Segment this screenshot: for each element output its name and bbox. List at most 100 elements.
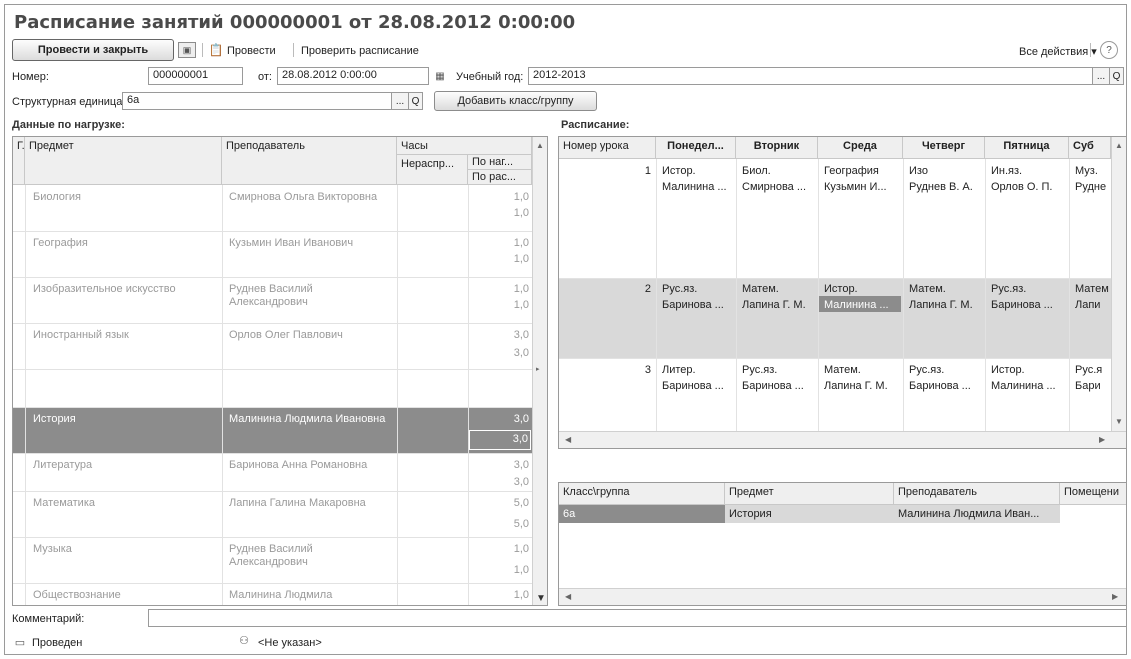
load-teacher[interactable]: Лапина Галина Макаровна <box>229 497 394 509</box>
lesson-teacher[interactable]: Малинина ... <box>991 380 1067 392</box>
lesson-subject[interactable]: География <box>824 165 901 177</box>
load-teacher[interactable]: Баринова Анна Романовна <box>229 459 394 471</box>
sched-hours-active[interactable]: 3,0 <box>469 430 531 450</box>
load-subject[interactable]: Иностранный язык <box>33 329 218 341</box>
load-teacher[interactable]: Кузьмин Иван Иванович <box>229 237 394 249</box>
col-header-unassigned[interactable]: Нераспр... <box>397 155 468 185</box>
detail-col-header[interactable]: Класс\группа <box>559 483 725 505</box>
detail-col-header[interactable]: Предмет <box>725 483 894 505</box>
sched-hours[interactable]: 1,0 <box>471 253 529 265</box>
lesson-teacher[interactable]: Баринова ... <box>662 380 734 392</box>
sched-hours[interactable]: 1,0 <box>471 564 529 576</box>
school-year-field[interactable]: 2012-2013 <box>528 67 1093 85</box>
sched-col-header[interactable]: Четверг <box>903 137 985 159</box>
year-pick-button[interactable]: ... <box>1093 67 1110 85</box>
lesson-subject[interactable]: Ин.яз. <box>991 165 1067 177</box>
lesson-teacher-selected[interactable]: Малинина ... <box>824 299 901 311</box>
col-header-by-schedule[interactable]: По рас... <box>468 170 532 185</box>
lesson-subject[interactable]: Муз. <box>1075 165 1111 177</box>
load-hours[interactable]: 5,0 <box>471 497 529 509</box>
scroll-right-icon[interactable]: ▶ <box>1099 435 1105 444</box>
sched-hours[interactable]: 3,0 <box>471 476 529 488</box>
lesson-teacher[interactable]: Баринова ... <box>909 380 983 392</box>
number-field[interactable]: 000000001 <box>148 67 243 85</box>
sched-hours[interactable]: 1,0 <box>471 299 529 311</box>
lesson-subject[interactable]: Биол. <box>742 165 816 177</box>
add-class-button[interactable]: Добавить класс/группу <box>434 91 597 111</box>
load-teacher[interactable]: Малинина Людмила Ивановна <box>229 413 394 426</box>
col-header-teacher[interactable]: Преподаватель <box>222 137 397 185</box>
detail-teacher[interactable]: Малинина Людмила Иван... <box>898 508 1058 520</box>
post-and-close-button[interactable]: Провести и закрыть <box>12 39 174 61</box>
scroll-up-icon[interactable]: ▲ <box>1115 141 1123 150</box>
lesson-teacher[interactable]: Лапина Г. М. <box>742 299 816 311</box>
lesson-subject[interactable]: Рус.яз. <box>991 283 1067 295</box>
load-hours[interactable]: 1,0 <box>471 543 529 555</box>
load-teacher[interactable]: Руднев Василий Александрович <box>229 283 394 309</box>
load-hours[interactable]: 3,0 <box>471 413 529 425</box>
sched-col-header[interactable]: Номер урока <box>559 137 656 159</box>
col-header-hours[interactable]: Часы <box>397 137 532 155</box>
scroll-left-icon[interactable]: ◀ <box>565 435 571 444</box>
detail-hscrollbar[interactable] <box>559 588 1126 605</box>
load-subject[interactable]: Изобразительное искусство <box>33 283 218 296</box>
help-icon[interactable]: ? <box>1100 41 1118 59</box>
load-teacher[interactable]: Орлов Олег Павлович <box>229 329 394 341</box>
load-teacher[interactable]: Малинина Людмила <box>229 589 394 601</box>
lesson-teacher[interactable]: Бари <box>1075 380 1111 392</box>
schedule-table[interactable]: Номер урока Понедел... Вторник Среда Чет… <box>558 136 1127 449</box>
scroll-right-icon[interactable]: ▶ <box>1112 592 1118 601</box>
lesson-teacher[interactable]: Рудне <box>1075 181 1111 193</box>
lesson-subject[interactable]: Рус.яз. <box>742 364 816 376</box>
lesson-subject[interactable]: Истор. <box>662 165 734 177</box>
lesson-subject[interactable]: Рус.я <box>1075 364 1111 376</box>
scroll-handle-icon[interactable]: ▸ <box>536 365 540 373</box>
lesson-subject[interactable]: Матем. <box>824 364 901 376</box>
sched-hours[interactable]: 1,0 <box>471 207 529 219</box>
load-subject[interactable]: География <box>33 237 218 249</box>
col-header-by-load[interactable]: По наг... <box>468 155 532 170</box>
load-hours[interactable]: 3,0 <box>471 329 529 341</box>
lesson-subject[interactable]: Изо <box>909 165 983 177</box>
comment-field[interactable] <box>148 609 1127 627</box>
lesson-subject[interactable]: Матем. <box>742 283 816 295</box>
load-subject[interactable]: Музыка <box>33 543 218 555</box>
lesson-teacher[interactable]: Баринова ... <box>662 299 734 311</box>
detail-col-header[interactable]: Помещени <box>1060 483 1126 505</box>
lesson-teacher[interactable]: Руднев В. А. <box>909 181 983 193</box>
col-header-subject[interactable]: Предмет <box>25 137 222 185</box>
lesson-subject[interactable]: Рус.яз. <box>662 283 734 295</box>
sched-col-header[interactable]: Вторник <box>736 137 818 159</box>
schedule-hscrollbar[interactable] <box>559 431 1126 448</box>
load-subject[interactable]: Математика <box>33 497 218 509</box>
load-hours[interactable]: 1,0 <box>471 237 529 249</box>
load-hours[interactable]: 1,0 <box>471 191 529 203</box>
scroll-down-icon[interactable]: ▼ <box>536 593 546 604</box>
lesson-teacher[interactable]: Лапина Г. М. <box>824 380 901 392</box>
detail-table[interactable]: Класс\группа Предмет Преподаватель Помещ… <box>558 482 1127 606</box>
check-schedule-button[interactable]: Проверить расписание <box>301 45 419 57</box>
load-scrollbar[interactable] <box>532 137 547 605</box>
detail-class[interactable]: 6а <box>563 508 723 520</box>
sched-col-header[interactable]: Суб <box>1069 137 1111 159</box>
schedule-vscrollbar[interactable] <box>1111 137 1126 431</box>
all-actions-menu[interactable]: Все действия ▾ <box>1019 45 1097 58</box>
lesson-teacher[interactable]: Лапина Г. М. <box>909 299 983 311</box>
unit-field[interactable]: 6а <box>122 92 392 110</box>
scroll-down-icon[interactable]: ▼ <box>1115 417 1123 426</box>
detail-subject[interactable]: История <box>729 508 889 520</box>
sched-hours[interactable]: 5,0 <box>471 518 529 530</box>
lesson-teacher[interactable]: Баринова ... <box>991 299 1067 311</box>
load-subject[interactable]: Биология <box>33 191 218 203</box>
lesson-teacher[interactable]: Орлов О. П. <box>991 181 1067 193</box>
sched-col-header[interactable]: Пятница <box>985 137 1069 159</box>
lesson-teacher[interactable]: Кузьмин И... <box>824 181 901 193</box>
load-hours[interactable]: 3,0 <box>471 459 529 471</box>
author-field[interactable]: <Не указан> <box>258 637 322 649</box>
load-subject[interactable]: Обществознание <box>33 589 218 601</box>
post-button[interactable]: Провести <box>227 45 276 57</box>
lesson-subject[interactable]: Истор. <box>991 364 1067 376</box>
year-search-icon[interactable]: Q <box>1110 67 1124 85</box>
unit-pick-button[interactable]: ... <box>392 92 409 110</box>
date-field[interactable]: 28.08.2012 0:00:00 <box>277 67 429 85</box>
